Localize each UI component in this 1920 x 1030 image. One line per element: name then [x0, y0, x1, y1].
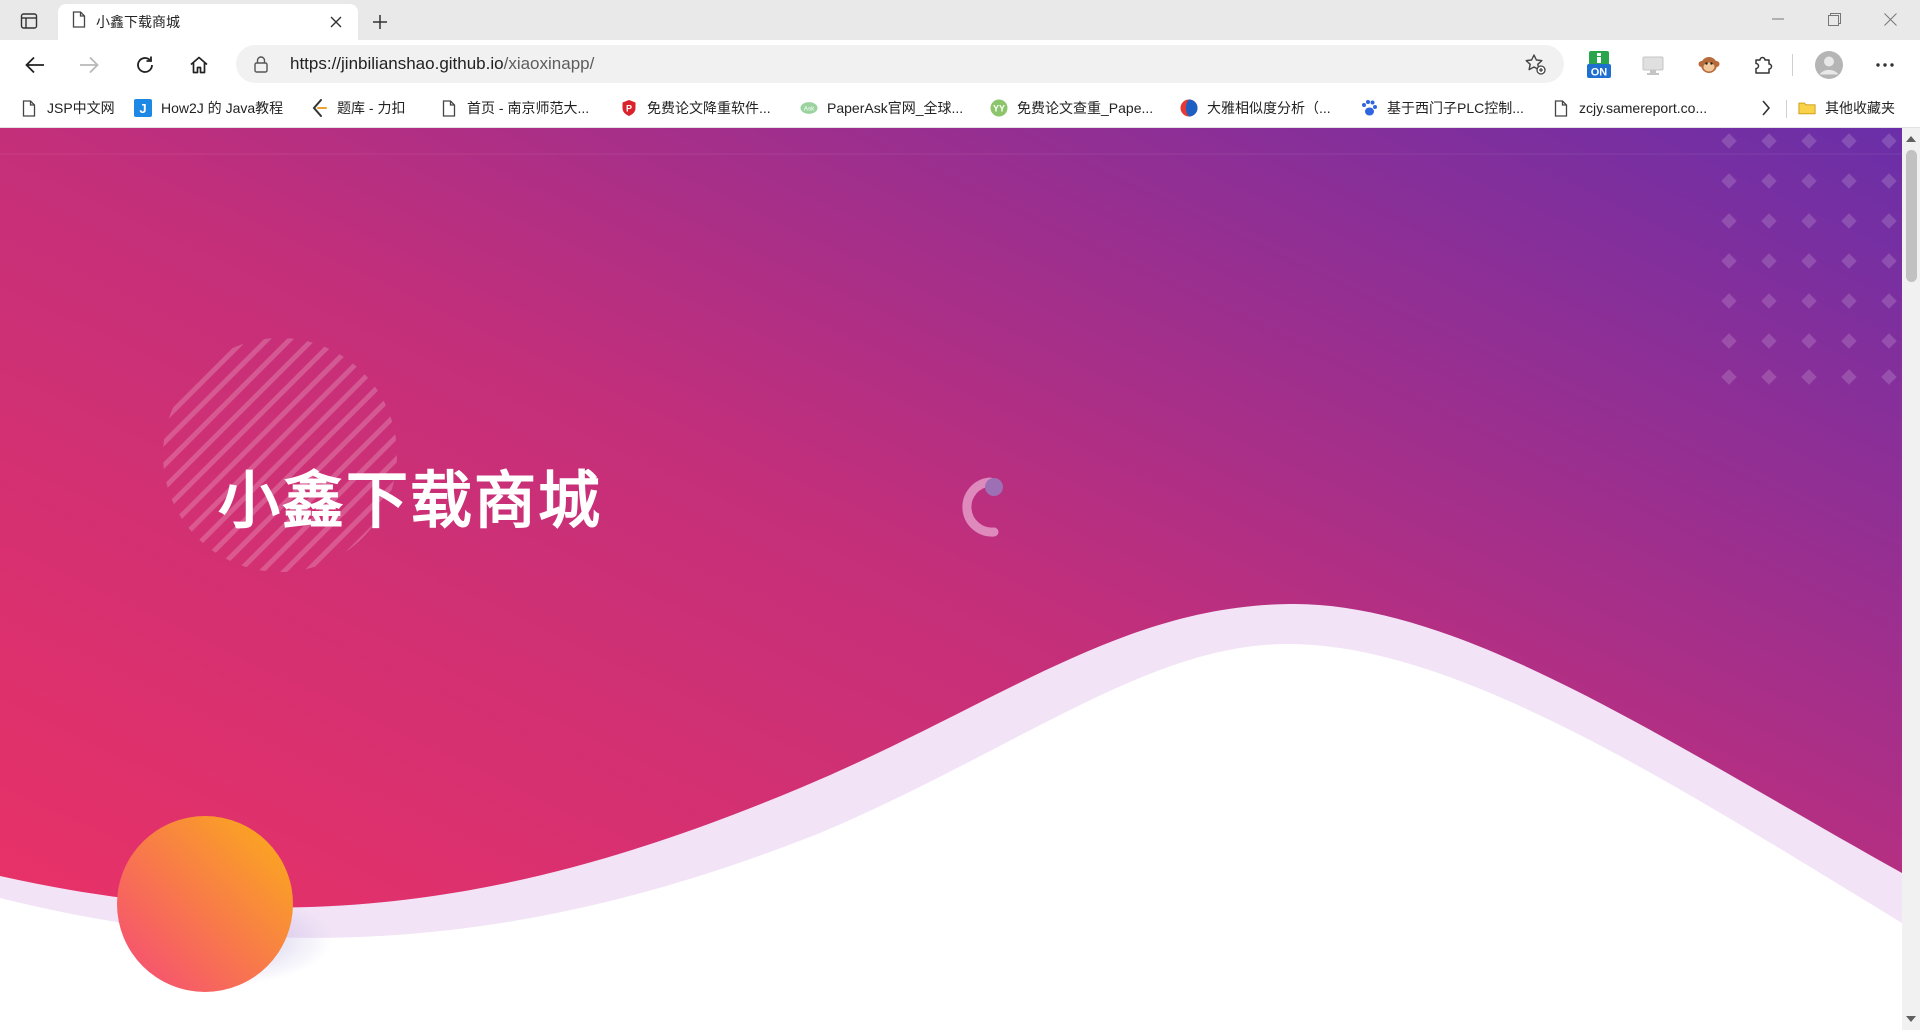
folder-icon	[1798, 99, 1816, 117]
page-icon	[440, 99, 458, 117]
bookmark-daya[interactable]: 大雅相似度分析（...	[1180, 96, 1331, 120]
forward-button[interactable]	[72, 48, 106, 82]
bookmark-label: How2J 的 Java教程	[161, 100, 284, 116]
chevron-right-icon[interactable]	[1756, 96, 1776, 120]
svg-text:Ask: Ask	[804, 106, 815, 113]
bookmark-samereport[interactable]: zcjy.samereport.co...	[1552, 96, 1707, 120]
bookmark-paperyy[interactable]: YY 免费论文查重_Pape...	[990, 96, 1153, 120]
puzzle-extensions-icon[interactable]	[1748, 50, 1778, 80]
bookmark-label: 基于西门子PLC控制...	[1387, 100, 1524, 116]
bookmark-paper-rewrite[interactable]: P 免费论文降重软件...	[620, 96, 771, 120]
page-icon	[72, 11, 86, 33]
lock-icon[interactable]	[252, 55, 270, 73]
paw-icon	[1360, 99, 1378, 117]
add-favorite-icon[interactable]	[1522, 51, 1548, 77]
bookmark-label: 免费论文查重_Pape...	[1017, 100, 1154, 116]
vertical-scrollbar[interactable]	[1902, 128, 1920, 1030]
orange-orb-decoration	[117, 816, 293, 992]
bookmark-how2j[interactable]: J How2J 的 Java教程	[134, 96, 283, 120]
bookmarks-divider	[1786, 100, 1787, 118]
tab-title: 小鑫下载商城	[96, 14, 180, 30]
svg-text:YY: YY	[993, 104, 1005, 114]
tab-actions-icon[interactable]	[14, 9, 44, 33]
bookmark-paperask[interactable]: Ask PaperAsk官网_全球...	[800, 96, 963, 120]
shield-icon: P	[620, 99, 638, 117]
page-icon	[1552, 99, 1570, 117]
other-bookmarks-folder[interactable]: 其他收藏夹	[1798, 96, 1895, 120]
bookmark-label: 大雅相似度分析（...	[1207, 100, 1331, 116]
paperyy-icon: YY	[990, 99, 1008, 117]
page-viewport: 小鑫下载商城	[0, 128, 1920, 1030]
hero-section: 小鑫下载商城	[0, 128, 1902, 1030]
hero-background	[0, 128, 1902, 1030]
bookmark-label: 题库 - 力扣	[337, 100, 406, 116]
bookmark-label: 免费论文降重软件...	[647, 100, 771, 116]
svg-text:ON: ON	[1591, 67, 1608, 79]
active-tab[interactable]: 小鑫下载商城	[58, 4, 358, 40]
window-close-button[interactable]	[1862, 0, 1918, 38]
minimize-button[interactable]	[1750, 0, 1806, 38]
daya-icon	[1180, 99, 1198, 117]
svg-text:P: P	[626, 104, 632, 114]
bookmark-label: PaperAsk官网_全球...	[827, 100, 964, 116]
url-text[interactable]: https://jinbilianshao.github.io/xiaoxina…	[290, 54, 1522, 74]
scrollbar-thumb[interactable]	[1906, 150, 1917, 282]
profile-avatar[interactable]	[1812, 48, 1846, 82]
bookmarks-bar: JSP中文网 J How2J 的 Java教程 题库 - 力扣 首页 - 南京师…	[0, 88, 1920, 128]
bookmark-label: JSP中文网	[47, 100, 115, 116]
how2j-icon: J	[134, 99, 152, 117]
new-tab-button[interactable]	[366, 8, 394, 36]
page-icon	[20, 99, 38, 117]
navigation-bar: https://jinbilianshao.github.io/xiaoxina…	[0, 40, 1920, 88]
bookmark-label: 其他收藏夹	[1825, 100, 1895, 116]
hero-title: 小鑫下载商城	[218, 464, 603, 537]
bookmark-siemens-plc[interactable]: 基于西门子PLC控制...	[1360, 96, 1524, 120]
restore-button[interactable]	[1806, 0, 1862, 38]
bookmark-leetcode[interactable]: 题库 - 力扣	[310, 96, 405, 120]
extension-on-icon[interactable]: ON	[1584, 50, 1614, 80]
scroll-down-icon[interactable]	[1906, 1014, 1916, 1024]
leetcode-icon	[310, 99, 328, 117]
refresh-button[interactable]	[128, 48, 162, 82]
home-button[interactable]	[182, 48, 216, 82]
bookmark-njnu[interactable]: 首页 - 南京师范大...	[440, 96, 589, 120]
cast-extension-icon[interactable]	[1638, 50, 1668, 80]
monkey-extension-icon[interactable]	[1694, 50, 1724, 80]
more-options-icon[interactable]	[1870, 50, 1900, 80]
tab-strip: 小鑫下载商城	[0, 0, 1920, 40]
close-icon[interactable]	[326, 12, 346, 32]
scroll-up-icon[interactable]	[1906, 134, 1916, 144]
paperask-icon: Ask	[800, 99, 818, 117]
toolbar-divider	[1792, 54, 1793, 76]
back-button[interactable]	[18, 48, 52, 82]
bookmark-jsp[interactable]: JSP中文网	[20, 96, 115, 120]
svg-text:J: J	[139, 101, 146, 116]
address-bar[interactable]: https://jinbilianshao.github.io/xiaoxina…	[236, 45, 1564, 83]
bookmark-label: 首页 - 南京师范大...	[467, 100, 590, 116]
bookmark-label: zcjy.samereport.co...	[1579, 100, 1708, 116]
